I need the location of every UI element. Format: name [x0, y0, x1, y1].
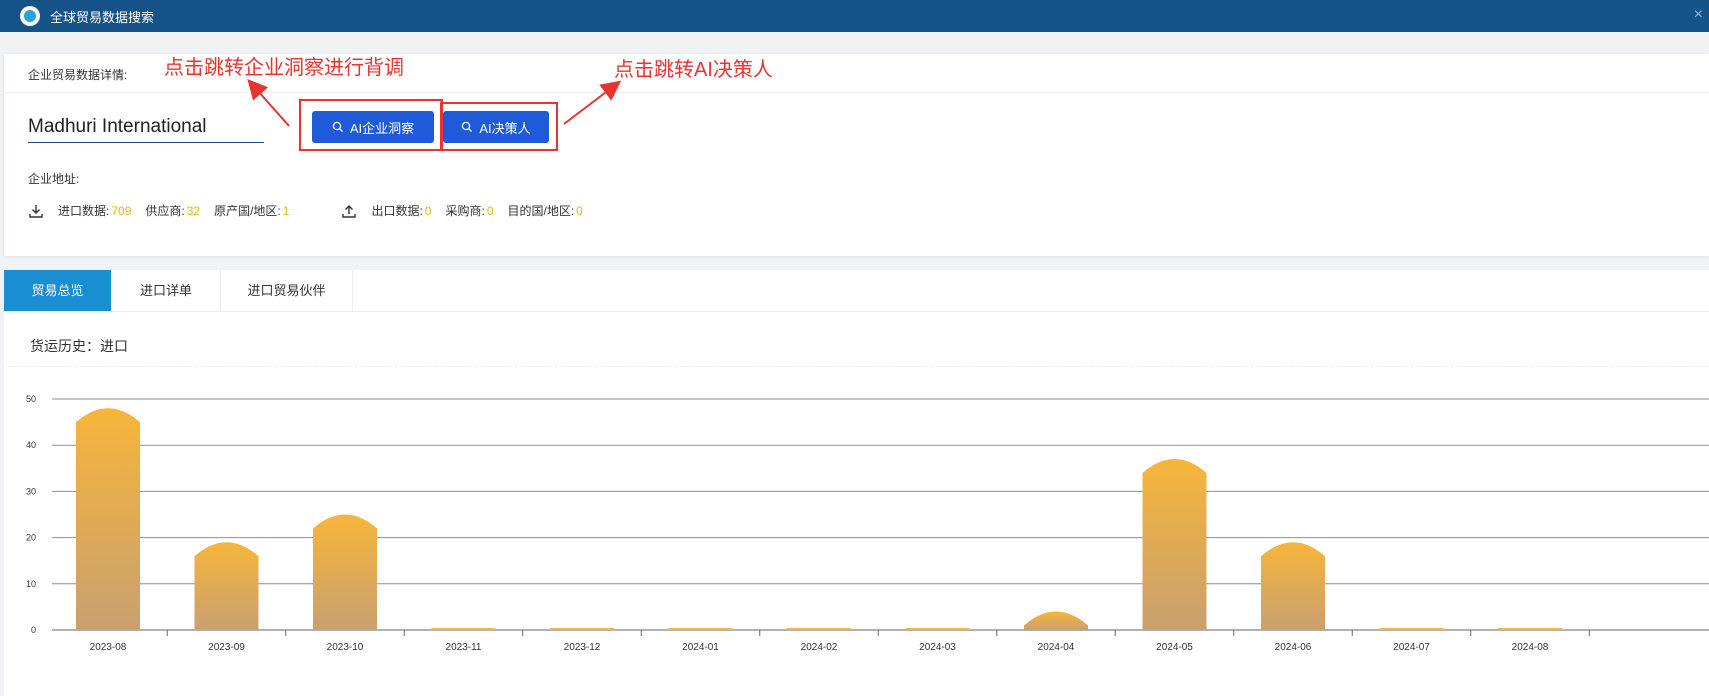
bar[interactable] — [1142, 459, 1207, 630]
close-icon[interactable]: × — [1694, 6, 1703, 24]
app-logo-icon — [20, 6, 40, 26]
x-tick-label: 2024-02 — [801, 642, 838, 653]
x-tick-label: 2023-09 — [208, 642, 245, 653]
x-tick-label: 2024-01 — [682, 642, 719, 653]
dest-label: 目的国/地区: — [507, 204, 575, 218]
shipment-history-chart: 0 10 20 30 40 50 2023-08 2023-09 2023-10 2023-11 2… — [26, 394, 1709, 653]
bar[interactable] — [76, 408, 140, 630]
import-stats: 进口数据: 709 供应商: 32 原产国/地区: 1 — [28, 202, 289, 219]
buyer-value[interactable]: 0 — [487, 204, 494, 218]
y-tick-label: 20 — [26, 533, 36, 543]
export-stats: 出口数据: 0 采购商: 0 目的国/地区: 0 — [341, 202, 583, 219]
company-details-card: 企业贸易数据详情: Madhuri International AI企业洞察 A… — [4, 54, 1709, 256]
dest-value[interactable]: 0 — [576, 204, 583, 218]
annotation-arrows — [247, 79, 622, 127]
arrow-decision — [563, 80, 622, 125]
x-tick-label: 2023-11 — [446, 642, 482, 653]
buyer-label: 采购商: — [445, 204, 485, 218]
y-tick-label: 30 — [26, 486, 36, 496]
x-tick-label: 2024-03 — [919, 642, 956, 653]
bar[interactable] — [1024, 611, 1088, 630]
tab-bar: 贸易总览 进口详单 进口贸易伙伴 — [4, 270, 1709, 312]
upload-icon — [342, 204, 357, 218]
x-tick-label: 2023-12 — [564, 642, 601, 653]
trade-overview-card: 贸易总览 进口详单 进口贸易伙伴 货运历史：进口 0 10 20 30 40 50 2023… — [4, 270, 1709, 696]
y-tick-label: 50 — [26, 394, 36, 404]
bar[interactable] — [1261, 542, 1325, 630]
origin-value[interactable]: 1 — [283, 204, 290, 218]
arrow-insight — [247, 79, 290, 127]
export-data-value[interactable]: 0 — [425, 204, 432, 218]
trade-stats: 进口数据: 709 供应商: 32 原产国/地区: 1 出口数据: 0 采购商:… — [28, 202, 583, 219]
supplier-label: 供应商: — [145, 204, 185, 218]
x-tick-label: 2024-07 — [1393, 642, 1430, 653]
tab-trade-overview[interactable]: 贸易总览 — [4, 270, 112, 311]
divider — [4, 366, 1709, 367]
bar[interactable] — [194, 542, 259, 630]
y-tick-label: 10 — [26, 579, 36, 589]
import-data-value[interactable]: 709 — [111, 204, 131, 218]
tab-import-details[interactable]: 进口详单 — [112, 270, 221, 311]
title-bar: 全球贸易数据搜索 × — [0, 0, 1709, 32]
bar[interactable] — [313, 514, 377, 631]
import-data-label: 进口数据: — [58, 204, 110, 218]
shipment-history-label: 货运历史：进口 — [30, 338, 128, 354]
export-data-label: 出口数据: — [371, 204, 423, 218]
download-icon — [29, 204, 43, 218]
x-tick-label: 2023-08 — [90, 642, 127, 653]
address-label: 企业地址: — [28, 172, 80, 186]
x-tick-label: 2024-05 — [1156, 642, 1193, 653]
y-tick-label: 0 — [31, 625, 36, 635]
x-tick-label: 2024-04 — [1038, 642, 1075, 653]
y-tick-label: 40 — [26, 440, 36, 450]
tab-import-partners[interactable]: 进口贸易伙伴 — [221, 270, 353, 311]
supplier-value[interactable]: 32 — [187, 204, 200, 218]
window-title: 全球贸易数据搜索 — [50, 9, 155, 25]
x-tick-label: 2024-06 — [1275, 642, 1312, 653]
x-tick-label: 2023-10 — [327, 642, 364, 653]
x-tick-label: 2024-08 — [1512, 642, 1549, 653]
origin-label: 原产国/地区: — [214, 204, 281, 218]
